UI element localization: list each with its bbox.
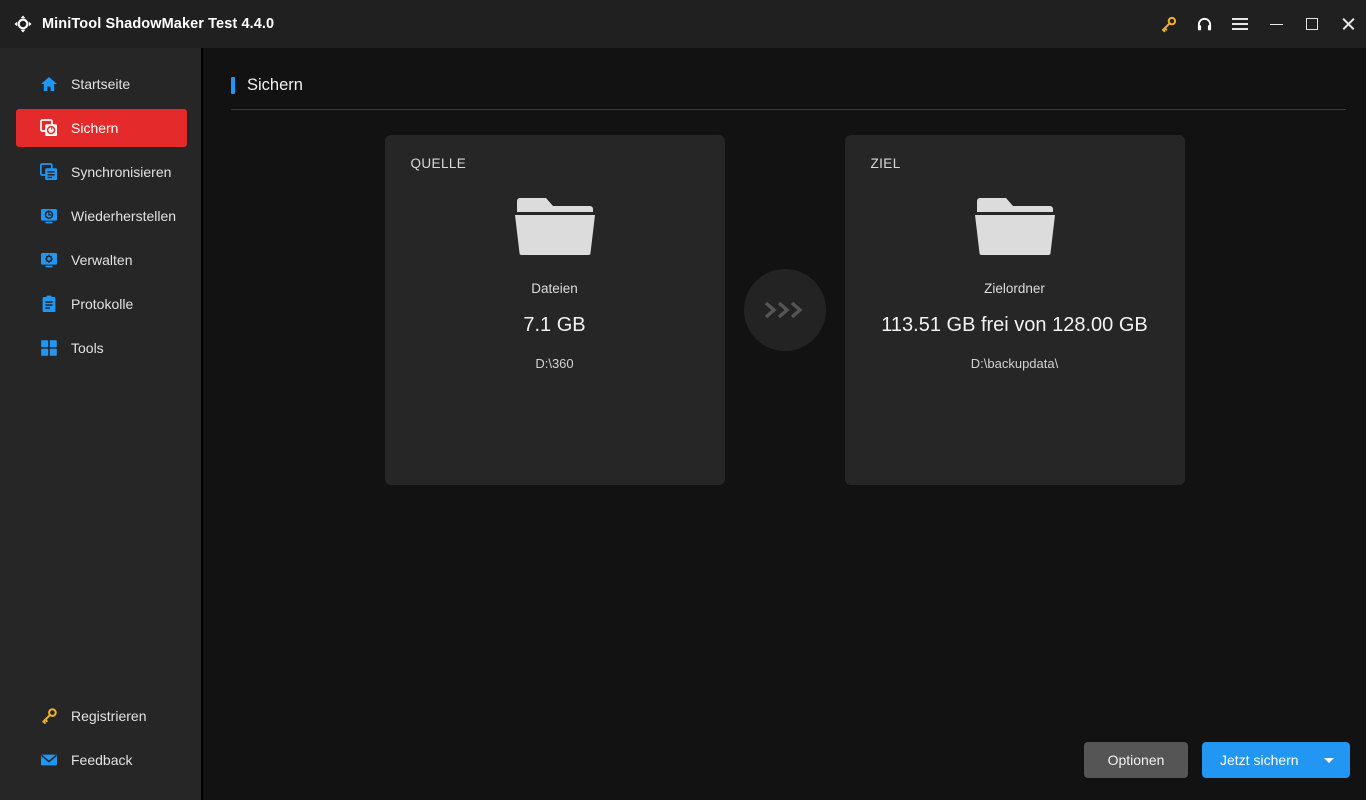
page-title: Sichern [247, 76, 303, 94]
envelope-icon [40, 751, 58, 769]
title-bar: MiniTool ShadowMaker Test 4.4.0 [0, 0, 1366, 48]
page-accent-bar [231, 77, 235, 94]
window-title: MiniTool ShadowMaker Test 4.4.0 [42, 16, 275, 32]
sync-icon [40, 163, 58, 181]
sidebar-item-registrieren[interactable]: Registrieren [16, 697, 187, 735]
headset-support-icon[interactable] [1186, 0, 1222, 48]
sidebar-item-synchronisieren[interactable]: Synchronisieren [16, 153, 187, 191]
sidebar-item-feedback[interactable]: Feedback [16, 741, 187, 779]
minimize-button[interactable] [1258, 0, 1294, 48]
sidebar-item-sichern[interactable]: Sichern [16, 109, 187, 147]
sidebar-item-label: Wiederherstellen [71, 208, 177, 224]
backup-icon [40, 119, 58, 137]
backup-now-button[interactable]: Jetzt sichern [1202, 742, 1350, 778]
source-card[interactable]: QUELLE Dateien 7.1 GB D:\360 [384, 135, 725, 485]
main-content: Sichern QUELLE Dateien 7.1 GB D:\360 ZIE… [203, 48, 1366, 800]
backup-now-label: Jetzt sichern [1220, 752, 1299, 768]
sidebar-item-label: Synchronisieren [71, 164, 172, 180]
sidebar-item-startseite[interactable]: Startseite [16, 65, 187, 103]
folder-icon [512, 191, 598, 259]
sidebar-nav: Startseite Sichern Synchronisieren Wiede… [0, 62, 201, 370]
page-header: Sichern [231, 76, 1346, 110]
source-subtitle: Dateien [531, 281, 578, 296]
sidebar-item-label: Feedback [71, 752, 133, 768]
sidebar-item-label: Registrieren [71, 708, 147, 724]
destination-card[interactable]: ZIEL Zielordner 113.51 GB frei von 128.0… [844, 135, 1185, 485]
maximize-button[interactable] [1294, 0, 1330, 48]
backup-cards-area: QUELLE Dateien 7.1 GB D:\360 ZIEL Zielor… [203, 110, 1366, 800]
sidebar-item-tools[interactable]: Tools [16, 329, 187, 367]
home-icon [40, 75, 58, 93]
license-key-icon[interactable] [1150, 0, 1186, 48]
app-logo-icon [12, 13, 34, 35]
source-kicker: QUELLE [410, 156, 467, 171]
triple-chevron-right-icon [743, 269, 826, 351]
sidebar-footer-nav: Registrieren Feedback [0, 694, 201, 800]
destination-path: D:\backupdata\ [970, 356, 1059, 371]
caret-down-icon[interactable] [1324, 757, 1334, 763]
window-controls [1150, 0, 1366, 48]
destination-kicker: ZIEL [870, 156, 901, 171]
window-body: Startseite Sichern Synchronisieren Wiede… [0, 48, 1366, 800]
close-button[interactable] [1330, 0, 1366, 48]
source-size: 7.1 GB [523, 314, 586, 336]
manage-icon [40, 251, 58, 269]
folder-icon [972, 191, 1058, 259]
hamburger-menu-icon[interactable] [1222, 0, 1258, 48]
action-footer: Optionen Jetzt sichern [1084, 742, 1350, 778]
restore-icon [40, 207, 58, 225]
source-path: D:\360 [535, 356, 574, 371]
sidebar-item-protokolle[interactable]: Protokolle [16, 285, 187, 323]
sidebar-item-label: Protokolle [71, 296, 134, 312]
application-window: MiniTool ShadowMaker Test 4.4.0 Startsei… [0, 0, 1366, 800]
options-button[interactable]: Optionen [1084, 742, 1188, 778]
key-icon [40, 707, 58, 725]
tools-grid-icon [40, 339, 58, 357]
sidebar-item-wiederherstellen[interactable]: Wiederherstellen [16, 197, 187, 235]
sidebar-item-label: Startseite [71, 76, 131, 92]
sidebar-item-label: Sichern [71, 120, 119, 136]
destination-subtitle: Zielordner [984, 281, 1045, 296]
destination-capacity: 113.51 GB frei von 128.00 GB [881, 314, 1148, 336]
logs-icon [40, 295, 58, 313]
sidebar: Startseite Sichern Synchronisieren Wiede… [0, 48, 203, 800]
transfer-arrow-area [725, 135, 845, 485]
sidebar-item-verwalten[interactable]: Verwalten [16, 241, 187, 279]
sidebar-item-label: Verwalten [71, 252, 133, 268]
sidebar-item-label: Tools [71, 340, 104, 356]
